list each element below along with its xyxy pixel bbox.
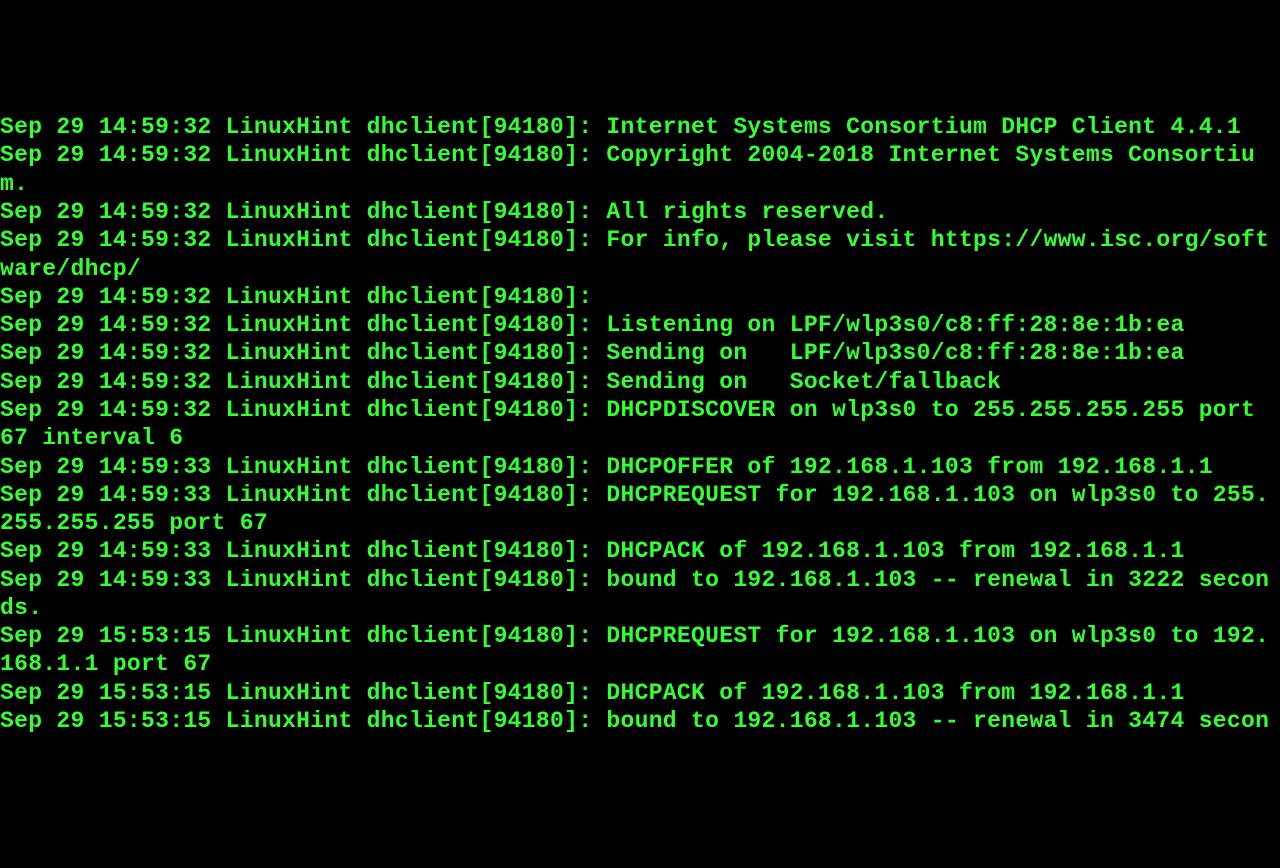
log-line: Sep 29 14:59:33 LinuxHint dhclient[94180… [0, 538, 1185, 564]
log-line: Sep 29 14:59:32 LinuxHint dhclient[94180… [0, 227, 1269, 281]
log-line: Sep 29 14:59:33 LinuxHint dhclient[94180… [0, 482, 1269, 536]
log-line: Sep 29 14:59:32 LinuxHint dhclient[94180… [0, 312, 1185, 338]
terminal-output[interactable]: Sep 29 14:59:32 LinuxHint dhclient[94180… [0, 113, 1280, 726]
log-line: Sep 29 14:59:32 LinuxHint dhclient[94180… [0, 369, 1001, 395]
log-line: Sep 29 14:59:32 LinuxHint dhclient[94180… [0, 199, 888, 225]
log-line: Sep 29 14:59:32 LinuxHint dhclient[94180… [0, 397, 1269, 451]
log-line: Sep 29 14:59:33 LinuxHint dhclient[94180… [0, 454, 1213, 480]
log-line: Sep 29 15:53:15 LinuxHint dhclient[94180… [0, 623, 1269, 677]
log-line: Sep 29 15:53:15 LinuxHint dhclient[94180… [0, 680, 1185, 706]
log-line: Sep 29 15:53:15 LinuxHint dhclient[94180… [0, 708, 1269, 734]
log-line: Sep 29 14:59:32 LinuxHint dhclient[94180… [0, 114, 1241, 140]
log-line: Sep 29 14:59:32 LinuxHint dhclient[94180… [0, 340, 1185, 366]
log-line: Sep 29 14:59:32 LinuxHint dhclient[94180… [0, 142, 1255, 196]
log-line: Sep 29 14:59:32 LinuxHint dhclient[94180… [0, 284, 592, 310]
